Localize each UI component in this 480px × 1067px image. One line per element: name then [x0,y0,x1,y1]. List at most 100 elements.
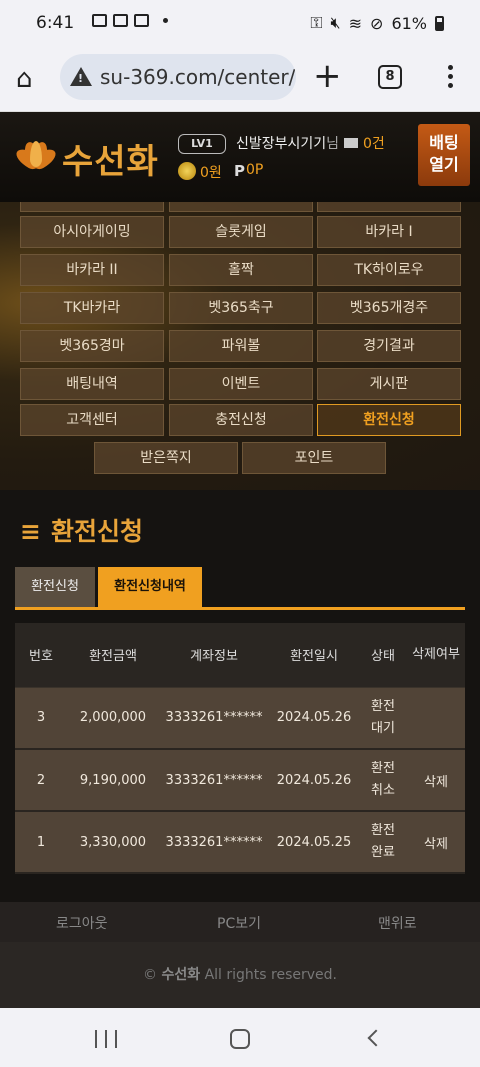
mute-icon: 🔇︎ [330,13,341,32]
address-bar[interactable]: su-369.com/center/e [60,54,296,100]
delete-button[interactable]: 삭제 [407,749,465,812]
menu-item-board[interactable]: 게시판 [317,368,461,400]
table-row: 3 2,000,000 3333261****** 2024.05.26 환전 대… [15,687,465,750]
table-row: 1 3,330,000 3333261****** 2024.05.25 환전 완… [15,811,465,874]
envelope-icon[interactable] [344,138,358,148]
status-bar: 6:41 ⚿ 🔇︎ ≋ ⊘ 61% [0,0,480,46]
url-text[interactable]: su-369.com/center/e [100,65,296,89]
status-right: ⚿ 🔇︎ ≋ ⊘ 61% [310,13,444,33]
table-row: 2 9,190,000 3333261****** 2024.05.26 환전 취… [15,749,465,812]
col-account: 계좌정보 [159,623,269,688]
bet-open-button[interactable]: 배팅 열기 [418,124,470,186]
row-number: 2 [15,749,67,812]
menu-item-results[interactable]: 경기결과 [317,330,461,362]
menu-item-points[interactable]: 포인트 [242,442,386,474]
menu-item-bet-history[interactable]: 배팅내역 [20,368,164,400]
menu-item-asia-gaming[interactable]: 아시아게이밍 [20,216,164,248]
status-time: 6:41 [36,13,75,33]
to-top-link[interactable]: 맨위로 [378,913,417,933]
col-status: 상태 [359,623,407,688]
bet-open-label-2: 열기 [429,155,459,174]
row-status: 환전 취소 [359,749,407,812]
logout-link[interactable]: 로그아웃 [56,913,108,933]
row-status-line1: 환전 [371,698,395,714]
battery-icon [435,15,444,31]
notification-icons [92,14,168,27]
tab-withdraw-request[interactable]: 환전신청 [15,567,95,607]
row-status-line2: 완료 [371,845,395,860]
not-secure-icon[interactable] [70,67,92,86]
menu-item-powerball[interactable]: 파워볼 [169,330,313,362]
dnd-icon: ⊘ [370,13,384,33]
home-nav-icon[interactable] [230,1029,250,1049]
coin-icon [178,162,196,180]
menu-item-tk-hilo[interactable]: TK하이로우 [317,254,461,286]
browser-toolbar: ⌂ su-369.com/center/e + 8 [0,46,480,112]
col-amount: 환전금액 [67,623,159,688]
menu-area: 아시아게이밍 슬롯게임 바카라 I 바카라 II 홀짝 TK하이로우 TK바카라… [0,202,480,490]
row-account: 3333261****** [159,749,269,812]
level-badge: LV1 [178,134,226,154]
row-status-line1: 환전 [371,761,395,776]
menu-item-slot[interactable]: 슬롯게임 [169,216,313,248]
menu-partial-3[interactable] [317,202,461,212]
tab-switcher-button[interactable]: 8 [378,65,402,89]
menu-item-tk-baccarat[interactable]: TK바카라 [20,292,164,324]
site-logo[interactable]: 수선화 [12,134,159,183]
pc-view-link[interactable]: PC보기 [217,913,261,933]
menu-item-odd-even[interactable]: 홀짝 [169,254,313,286]
menu-item-inbox[interactable]: 받은쪽지 [94,442,238,474]
col-number: 번호 [15,623,67,688]
row-date: 2024.05.25 [269,811,359,874]
row-account: 3333261****** [159,811,269,874]
more-notifications-icon [163,18,168,23]
calendar-icon [134,14,149,27]
delete-button[interactable]: 삭제 [407,811,465,874]
money-balance: 0원 [200,165,222,181]
withdraw-history-table: 번호 환전금액 계좌정보 환전일시 상태 삭제여부 3 2,000,000 33… [15,623,465,874]
more-menu-icon[interactable] [440,62,460,92]
page-title-text: 환전신청 [50,517,143,546]
menu-item-event[interactable]: 이벤트 [169,368,313,400]
menu-item-deposit[interactable]: 충전신청 [169,404,313,436]
row-status: 환전대기 [359,687,407,750]
menu-partial-2[interactable] [169,202,313,212]
home-icon[interactable]: ⌂ [16,64,46,94]
point-balance: 0P [246,162,264,178]
gallery-icon [92,14,107,27]
row-account: 3333261****** [159,687,269,750]
username: 신발장부시기기님 [236,133,339,153]
row-number: 1 [15,811,67,874]
copyright: © 수선화 All rights reserved. [0,942,480,1008]
tab-withdraw-history[interactable]: 환전신청내역 [98,567,202,607]
menu-partial-1[interactable] [20,202,164,212]
system-nav-bar [0,1008,480,1067]
copyright-symbol: © [143,967,158,983]
table-header-row: 번호 환전금액 계좌정보 환전일시 상태 삭제여부 [15,623,465,688]
menu-item-bet365-dog[interactable]: 벳365개경주 [317,292,461,324]
menu-item-baccarat-1[interactable]: 바카라 I [317,216,461,248]
row-status-line1: 환전 [371,823,395,838]
site-header: 수선화 LV1 신발장부시기기님 0건 0원 P 0P 배팅 열기 [0,112,480,202]
page-title: ≡ 환전신청 [20,512,143,548]
username-suffix: 님 [326,136,340,152]
message-count[interactable]: 0건 [363,133,385,153]
menu-item-bet365-soccer[interactable]: 벳365축구 [169,292,313,324]
new-tab-icon[interactable]: + [313,56,342,96]
username-text: 신발장부시기기 [236,136,327,152]
recent-apps-icon[interactable] [95,1030,117,1048]
battery-percent: 61% [391,13,427,33]
row-amount: 9,190,000 [67,749,159,812]
key-icon: ⚿ [310,13,323,32]
row-number: 3 [15,687,67,750]
wifi-icon: ≋ [348,13,363,33]
menu-item-support[interactable]: 고객센터 [20,404,164,436]
menu-item-baccarat-2[interactable]: 바카라 II [20,254,164,286]
footer-links: 로그아웃 PC보기 맨위로 [0,902,480,942]
back-icon[interactable] [367,1029,385,1047]
row-status-line2: 대기 [371,720,395,736]
row-delete [407,687,465,750]
copyright-text: All rights reserved. [204,967,337,983]
menu-item-withdraw[interactable]: 환전신청 [317,404,461,436]
menu-item-bet365-horse[interactable]: 벳365경마 [20,330,164,362]
